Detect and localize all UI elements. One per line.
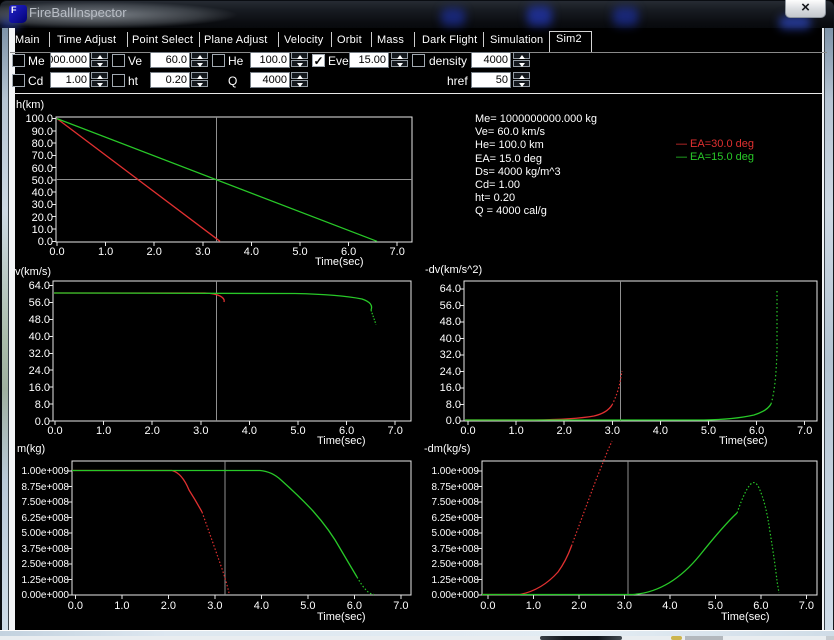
svg-text:2.0: 2.0 <box>557 425 572 437</box>
svg-text:48.0: 48.0 <box>29 314 50 326</box>
svg-text:0.0: 0.0 <box>68 600 83 612</box>
svg-text:1.0: 1.0 <box>98 246 113 258</box>
svg-text:7.0: 7.0 <box>390 246 405 258</box>
svg-text:4.0: 4.0 <box>653 425 668 437</box>
svg-text:7.0: 7.0 <box>388 425 403 437</box>
svg-text:56.0: 56.0 <box>29 297 50 309</box>
svg-text:0.0: 0.0 <box>47 425 62 437</box>
svg-text:m(kg): m(kg) <box>17 443 45 455</box>
svg-text:-dv(km/s^2): -dv(km/s^2) <box>425 264 482 276</box>
svg-text:-dm(kg/s): -dm(kg/s) <box>424 443 470 455</box>
svg-text:64.0: 64.0 <box>440 283 461 295</box>
svg-text:90.0: 90.0 <box>32 126 53 138</box>
svg-text:32.0: 32.0 <box>29 348 50 360</box>
svg-text:64.0: 64.0 <box>29 280 50 292</box>
svg-text:56.0: 56.0 <box>440 300 461 312</box>
svg-text:4.0: 4.0 <box>244 246 259 258</box>
svg-text:3.0: 3.0 <box>193 425 208 437</box>
svg-text:0.00e+000: 0.00e+000 <box>431 590 479 601</box>
svg-text:5.0: 5.0 <box>290 425 305 437</box>
svg-text:1.0: 1.0 <box>96 425 111 437</box>
svg-text:80.0: 80.0 <box>32 138 53 150</box>
svg-text:5.00e+008: 5.00e+008 <box>431 528 479 539</box>
svg-text:100.0: 100.0 <box>25 113 53 125</box>
svg-text:3.0: 3.0 <box>195 246 210 258</box>
svg-text:1.00e+009: 1.00e+009 <box>431 466 479 477</box>
svg-text:40.0: 40.0 <box>32 187 53 199</box>
svg-text:7.50e+008: 7.50e+008 <box>431 497 479 508</box>
svg-text:1.0: 1.0 <box>526 600 541 612</box>
svg-text:7.50e+008: 7.50e+008 <box>21 497 69 508</box>
svg-text:1.0: 1.0 <box>114 600 129 612</box>
svg-text:0.0: 0.0 <box>460 425 475 437</box>
svg-text:3.0: 3.0 <box>207 600 222 612</box>
svg-text:7.0: 7.0 <box>799 600 814 612</box>
svg-text:2.0: 2.0 <box>147 246 162 258</box>
svg-text:70.0: 70.0 <box>32 150 53 162</box>
svg-text:0.0: 0.0 <box>480 600 495 612</box>
svg-text:2.0: 2.0 <box>161 600 176 612</box>
svg-text:50.0: 50.0 <box>32 175 53 187</box>
svg-text:24.0: 24.0 <box>29 365 50 377</box>
svg-text:16.0: 16.0 <box>440 382 461 394</box>
svg-text:1.00e+009: 1.00e+009 <box>21 466 69 477</box>
svg-text:8.0: 8.0 <box>35 399 50 411</box>
svg-text:2.50e+008: 2.50e+008 <box>21 559 69 570</box>
svg-text:3.0: 3.0 <box>617 600 632 612</box>
svg-text:Time(sec): Time(sec) <box>317 611 365 623</box>
svg-text:3.75e+008: 3.75e+008 <box>21 544 69 555</box>
svg-text:Time(sec): Time(sec) <box>721 611 769 623</box>
svg-text:16.0: 16.0 <box>29 382 50 394</box>
svg-text:1.25e+008: 1.25e+008 <box>431 575 479 586</box>
svg-text:2.0: 2.0 <box>571 600 586 612</box>
svg-text:1.0: 1.0 <box>508 425 523 437</box>
svg-text:5.00e+008: 5.00e+008 <box>21 528 69 539</box>
svg-text:0.0: 0.0 <box>49 246 64 258</box>
svg-text:8.0: 8.0 <box>446 399 461 411</box>
svg-text:6.25e+008: 6.25e+008 <box>21 513 69 524</box>
svg-text:6.25e+008: 6.25e+008 <box>431 513 479 524</box>
svg-text:2.0: 2.0 <box>145 425 160 437</box>
svg-text:4.0: 4.0 <box>254 600 269 612</box>
svg-text:24.0: 24.0 <box>440 366 461 378</box>
svg-text:h(km): h(km) <box>16 99 44 111</box>
svg-text:60.0: 60.0 <box>32 163 53 175</box>
svg-text:48.0: 48.0 <box>440 316 461 328</box>
svg-text:10.0: 10.0 <box>32 224 53 236</box>
svg-text:20.0: 20.0 <box>32 212 53 224</box>
svg-text:1.25e+008: 1.25e+008 <box>21 575 69 586</box>
svg-text:4.0: 4.0 <box>242 425 257 437</box>
svg-text:0.0: 0.0 <box>446 415 461 427</box>
svg-text:30.0: 30.0 <box>32 199 53 211</box>
svg-text:40.0: 40.0 <box>440 333 461 345</box>
svg-text:4.0: 4.0 <box>662 600 677 612</box>
svg-text:5.0: 5.0 <box>701 425 716 437</box>
svg-text:32.0: 32.0 <box>440 349 461 361</box>
svg-text:0.00e+000: 0.00e+000 <box>21 590 69 601</box>
svg-text:8.75e+008: 8.75e+008 <box>21 482 69 493</box>
svg-text:2.50e+008: 2.50e+008 <box>431 559 479 570</box>
svg-text:7.0: 7.0 <box>797 425 812 437</box>
svg-text:3.0: 3.0 <box>605 425 620 437</box>
svg-text:v(km/s): v(km/s) <box>15 266 51 278</box>
svg-text:3.75e+008: 3.75e+008 <box>431 544 479 555</box>
svg-text:8.75e+008: 8.75e+008 <box>431 482 479 493</box>
svg-text:5.0: 5.0 <box>292 246 307 258</box>
svg-text:7.0: 7.0 <box>393 600 408 612</box>
svg-text:5.0: 5.0 <box>300 600 315 612</box>
svg-text:40.0: 40.0 <box>29 331 50 343</box>
